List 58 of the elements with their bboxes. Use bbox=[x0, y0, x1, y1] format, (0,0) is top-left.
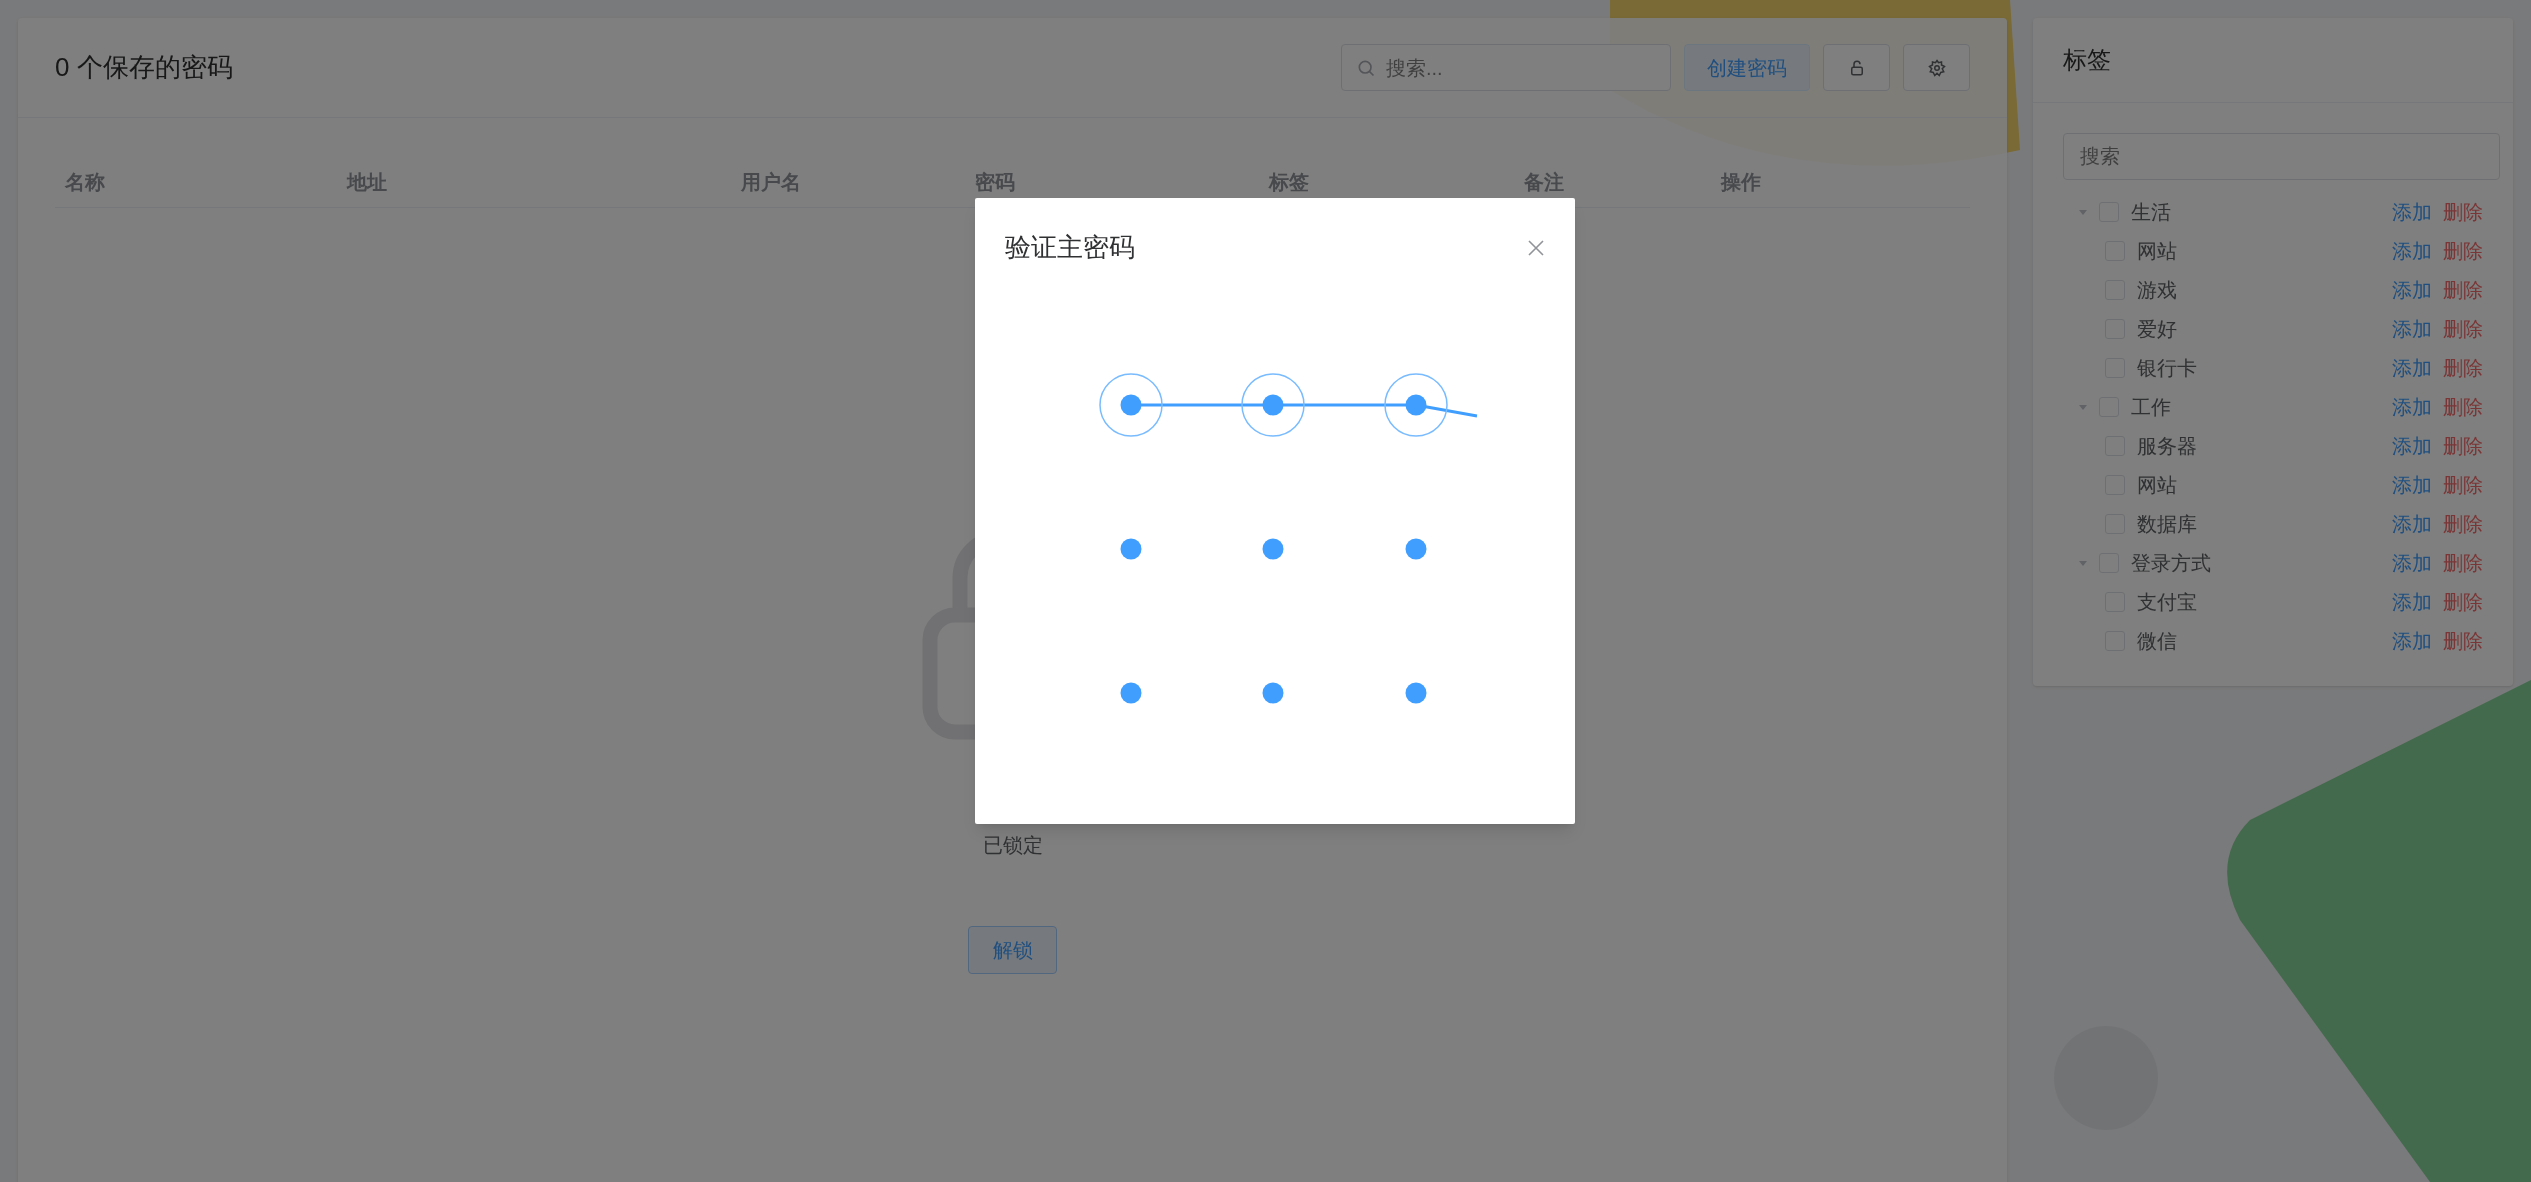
settings-button[interactable] bbox=[1903, 44, 1970, 91]
pattern-dot[interactable] bbox=[1384, 373, 1448, 437]
pattern-dot[interactable] bbox=[1099, 373, 1163, 437]
settings-icon bbox=[1927, 58, 1946, 77]
delete-link[interactable]: 删除 bbox=[2443, 586, 2483, 617]
close-icon[interactable] bbox=[1527, 238, 1545, 257]
add-link[interactable]: 添加 bbox=[2392, 625, 2432, 656]
add-link[interactable]: 添加 bbox=[2392, 196, 2432, 227]
delete-link[interactable]: 删除 bbox=[2443, 508, 2483, 539]
tag-search-field[interactable]: 搜索 bbox=[2063, 133, 2500, 180]
delete-link[interactable]: 删除 bbox=[2443, 235, 2483, 266]
unlock-button[interactable]: 解锁 bbox=[968, 926, 1057, 974]
tag-label: 工作 bbox=[2131, 394, 2172, 420]
delete-link[interactable]: 删除 bbox=[2443, 313, 2483, 344]
add-link[interactable]: 添加 bbox=[2392, 235, 2432, 266]
add-link[interactable]: 添加 bbox=[2392, 274, 2432, 305]
pattern-dot[interactable] bbox=[1120, 538, 1142, 560]
tag-label: 银行卡 bbox=[2137, 355, 2198, 381]
pattern-dot[interactable] bbox=[1405, 538, 1427, 560]
add-link[interactable]: 添加 bbox=[2392, 469, 2432, 500]
add-link[interactable]: 添加 bbox=[2392, 547, 2432, 578]
tag-label: 微信 bbox=[2137, 628, 2178, 654]
pattern-dot[interactable] bbox=[1405, 682, 1427, 704]
panel-title: 标签 bbox=[2063, 45, 2111, 75]
pattern-dot[interactable] bbox=[1262, 682, 1284, 704]
add-link[interactable]: 添加 bbox=[2392, 430, 2432, 461]
tag-label: 爱好 bbox=[2137, 316, 2178, 342]
pattern-dot[interactable] bbox=[1241, 373, 1305, 437]
create-password-button[interactable]: 创建密码 bbox=[1684, 44, 1810, 91]
add-link[interactable]: 添加 bbox=[2392, 508, 2432, 539]
lock-button[interactable] bbox=[1823, 44, 1890, 91]
delete-link[interactable]: 删除 bbox=[2443, 391, 2483, 422]
tag-label: 数据库 bbox=[2137, 511, 2198, 537]
page-title: 0 个保存的密码 bbox=[55, 51, 234, 84]
locked-message: 已锁定 bbox=[982, 833, 1043, 858]
tag-label: 支付宝 bbox=[2137, 589, 2198, 615]
search-field[interactable]: 搜索... bbox=[1341, 44, 1671, 91]
pattern-dot[interactable] bbox=[1120, 682, 1142, 704]
tag-label: 登录方式 bbox=[2131, 550, 2212, 576]
tag-label: 生活 bbox=[2131, 199, 2172, 225]
add-link[interactable]: 添加 bbox=[2392, 391, 2432, 422]
delete-link[interactable]: 删除 bbox=[2443, 430, 2483, 461]
delete-link[interactable]: 删除 bbox=[2443, 625, 2483, 656]
tag-label: 游戏 bbox=[2137, 277, 2178, 303]
pattern-dot[interactable] bbox=[1262, 538, 1284, 560]
delete-link[interactable]: 删除 bbox=[2443, 196, 2483, 227]
search-input[interactable]: 搜索... bbox=[1386, 52, 1656, 83]
add-link[interactable]: 添加 bbox=[2392, 313, 2432, 344]
delete-link[interactable]: 删除 bbox=[2443, 352, 2483, 383]
tag-label: 网站 bbox=[2137, 472, 2178, 498]
delete-link[interactable]: 删除 bbox=[2443, 547, 2483, 578]
add-link[interactable]: 添加 bbox=[2392, 586, 2432, 617]
delete-link[interactable]: 删除 bbox=[2443, 274, 2483, 305]
tag-label: 网站 bbox=[2137, 238, 2178, 264]
dialog-title: 验证主密码 bbox=[1005, 231, 1135, 264]
add-link[interactable]: 添加 bbox=[2392, 352, 2432, 383]
delete-link[interactable]: 删除 bbox=[2443, 469, 2483, 500]
tag-label: 服务器 bbox=[2137, 433, 2198, 459]
